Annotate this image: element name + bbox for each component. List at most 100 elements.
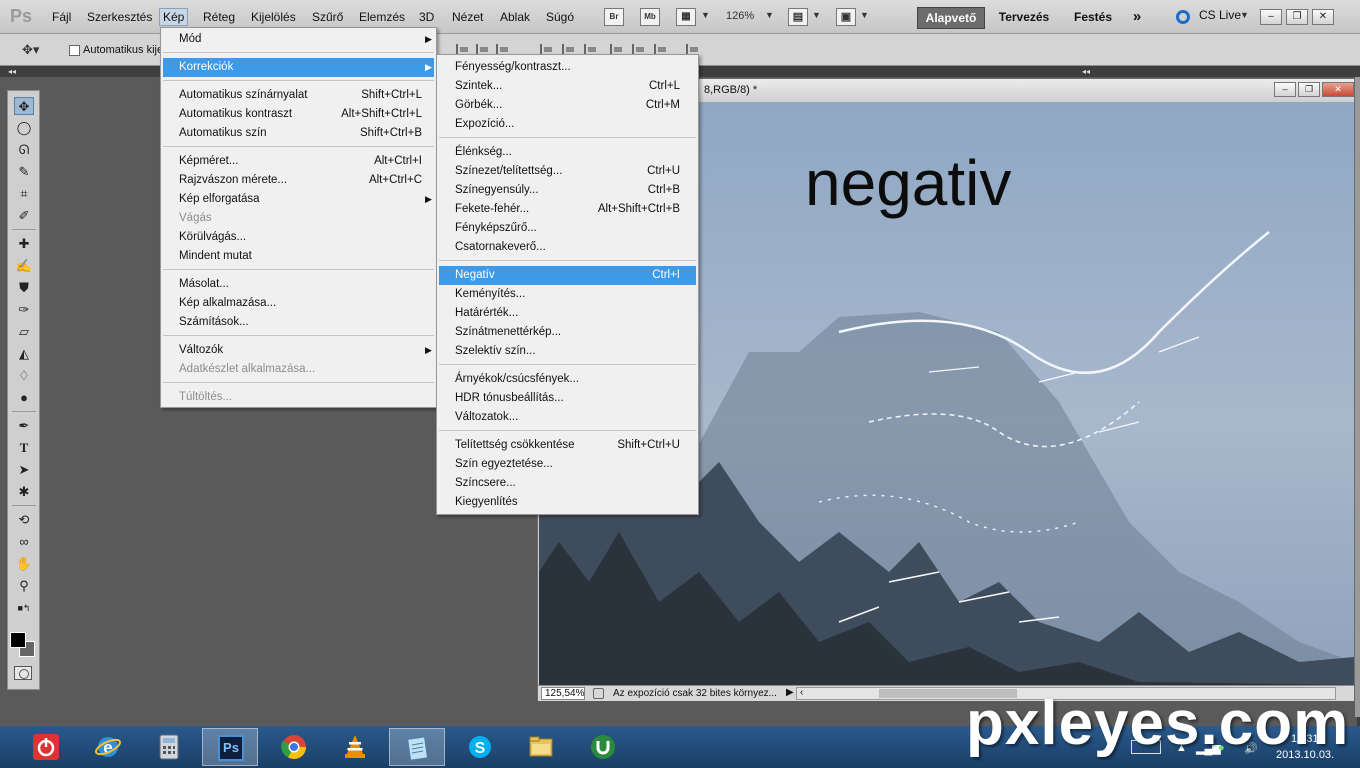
menu-item-variables[interactable]: Változók ▶ [163, 341, 434, 360]
menu-image[interactable]: Kép [159, 8, 189, 26]
taskbar-photoshop[interactable]: Ps [202, 728, 258, 766]
menu-help[interactable]: Súgó [543, 8, 577, 26]
menu-item-equalize[interactable]: Kiegyenlítés [439, 493, 696, 512]
taskbar-internet-explorer[interactable]: e [80, 728, 136, 766]
zoom-level[interactable]: 126% [726, 10, 754, 22]
chevron-down-icon[interactable]: ▼ [812, 10, 821, 20]
menu-item-image-size[interactable]: Képméret... Alt+Ctrl+I [163, 152, 434, 171]
collapse-panels-icon[interactable]: ◂◂ [1082, 67, 1090, 76]
swap-colors-icon[interactable]: ■↰ [14, 599, 34, 617]
type-tool-icon[interactable]: T [14, 439, 34, 457]
menu-item-calculations[interactable]: Számítások... [163, 313, 434, 332]
menu-item-color-balance[interactable]: Színegyensúly... Ctrl+B [439, 181, 696, 200]
quick-select-tool-icon[interactable]: ✎ [14, 163, 34, 181]
auto-select-checkbox[interactable] [69, 45, 80, 56]
extras-icon[interactable]: ▦ [676, 8, 696, 26]
menu-item-apply-image[interactable]: Kép alkalmazása... [163, 294, 434, 313]
restore-button[interactable]: ❐ [1286, 9, 1308, 25]
menu-item-brightness-contrast[interactable]: Fényesség/kontraszt... [439, 58, 696, 77]
menu-3d[interactable]: 3D [416, 8, 437, 26]
marquee-tool-icon[interactable]: ◯ [14, 119, 34, 137]
status-menu-arrow-icon[interactable]: ▶ [786, 687, 794, 698]
minimize-button[interactable]: – [1260, 9, 1282, 25]
menu-item-curves[interactable]: Görbék... Ctrl+M [439, 96, 696, 115]
more-workspaces-button[interactable]: » [1126, 7, 1148, 29]
quick-mask-icon[interactable] [14, 666, 32, 680]
taskbar-skype[interactable]: S [452, 728, 508, 766]
menu-item-channel-mixer[interactable]: Csatornakeverő... [439, 238, 696, 257]
taskbar-vlc[interactable] [327, 728, 383, 766]
menu-item-image-rotation[interactable]: Kép elforgatása ▶ [163, 190, 434, 209]
menu-select[interactable]: Kijelölés [248, 8, 299, 26]
menu-item-auto-contrast[interactable]: Automatikus kontraszt Alt+Shift+Ctrl+L [163, 105, 434, 124]
menu-item-auto-tone[interactable]: Automatikus színárnyalat Shift+Ctrl+L [163, 86, 434, 105]
brush-tool-icon[interactable]: ✍ [14, 257, 34, 275]
menu-item-vibrance[interactable]: Élénkség... [439, 143, 696, 162]
pen-tool-icon[interactable]: ✒ [14, 417, 34, 435]
menu-item-exposure[interactable]: Expozíció... [439, 115, 696, 134]
menu-item-threshold[interactable]: Határérték... [439, 304, 696, 323]
close-button[interactable]: ✕ [1312, 9, 1334, 25]
arrange-documents-icon[interactable]: ▤ [788, 8, 808, 26]
blur-tool-icon[interactable]: ♢ [14, 367, 34, 385]
taskbar-chrome[interactable] [266, 728, 322, 766]
taskbar-utorrent[interactable] [575, 728, 631, 766]
crop-tool-icon[interactable]: ⌗ [14, 185, 34, 203]
menu-analysis[interactable]: Elemzés [356, 8, 408, 26]
chevron-down-icon[interactable]: ▼ [860, 10, 869, 20]
menu-item-adjustments[interactable]: Korrekciók ▶ [163, 58, 434, 77]
foreground-color-swatch[interactable] [10, 632, 26, 648]
menu-item-invert[interactable]: Negatív Ctrl+I [439, 266, 696, 285]
chevron-down-icon[interactable]: ▼ [765, 10, 774, 20]
menu-item-variations[interactable]: Változatok... [439, 408, 696, 427]
menu-item-selective-color[interactable]: Szelektív szín... [439, 342, 696, 361]
chevron-down-icon[interactable]: ▼ [701, 10, 710, 20]
menu-item-duplicate[interactable]: Másolat... [163, 275, 434, 294]
collapse-toolbar-icon[interactable]: ◂◂ [8, 67, 16, 76]
eyedropper-tool-icon[interactable]: ✐ [14, 207, 34, 225]
zoom-field[interactable]: 125,54% [541, 687, 585, 700]
scroll-left-icon[interactable]: ‹ [800, 687, 803, 698]
menu-item-gradient-map[interactable]: Színátmenettérkép... [439, 323, 696, 342]
history-brush-tool-icon[interactable]: ✑ [14, 301, 34, 319]
eraser-tool-icon[interactable]: ▱ [14, 323, 34, 341]
3d-orbit-tool-icon[interactable]: ∞ [14, 533, 34, 551]
menu-item-photo-filter[interactable]: Fényképszűrő... [439, 219, 696, 238]
menu-item-desaturate[interactable]: Telítettség csökkentése Shift+Ctrl+U [439, 436, 696, 455]
menu-item-hue-saturation[interactable]: Színezet/telítettség... Ctrl+U [439, 162, 696, 181]
menu-file[interactable]: Fájl [49, 8, 74, 26]
cs-live-button[interactable]: CS Live [1199, 8, 1241, 22]
taskbar-notepad[interactable] [389, 728, 445, 766]
doc-minimize-button[interactable]: – [1274, 82, 1296, 97]
mini-bridge-button[interactable]: Mb [640, 8, 660, 26]
path-selection-tool-icon[interactable]: ➤ [14, 461, 34, 479]
menu-layer[interactable]: Réteg [200, 8, 238, 26]
doc-restore-button[interactable]: ❐ [1298, 82, 1320, 97]
shape-tool-icon[interactable]: ✱ [14, 483, 34, 501]
workspace-essentials[interactable]: Alapvető [917, 7, 985, 29]
menu-item-reveal-all[interactable]: Mindent mutat [163, 247, 434, 266]
screen-mode-icon[interactable]: ▣ [836, 8, 856, 26]
menu-filter[interactable]: Szűrő [309, 8, 346, 26]
paint-bucket-tool-icon[interactable]: ◭ [14, 345, 34, 363]
menu-item-levels[interactable]: Szintek... Ctrl+L [439, 77, 696, 96]
menu-item-auto-color[interactable]: Automatikus szín Shift+Ctrl+B [163, 124, 434, 143]
taskbar-power-app[interactable] [18, 728, 74, 766]
3d-rotate-tool-icon[interactable]: ⟲ [14, 511, 34, 529]
doc-close-button[interactable]: ✕ [1322, 82, 1354, 97]
menu-item-replace-color[interactable]: Színcsere... [439, 474, 696, 493]
menu-item-mode[interactable]: Mód ▶ [163, 30, 434, 49]
menu-window[interactable]: Ablak [497, 8, 533, 26]
chevron-down-icon[interactable]: ▼ [1240, 10, 1249, 20]
menu-item-hdr-toning[interactable]: HDR tónusbeállítás... [439, 389, 696, 408]
zoom-tool-icon[interactable]: ⚲ [14, 577, 34, 595]
clone-stamp-tool-icon[interactable]: ⛊ [14, 279, 34, 297]
menu-view[interactable]: Nézet [449, 8, 486, 26]
menu-item-shadows-highlights[interactable]: Árnyékok/csúcsfények... [439, 370, 696, 389]
bridge-button[interactable]: Br [604, 8, 624, 26]
taskbar-file-explorer[interactable] [513, 728, 569, 766]
move-tool-preset-icon[interactable]: ✥▾ [22, 42, 39, 58]
menu-item-posterize[interactable]: Keményítés... [439, 285, 696, 304]
dodge-tool-icon[interactable]: ● [14, 389, 34, 407]
lasso-tool-icon[interactable]: ᘏ [14, 141, 34, 159]
